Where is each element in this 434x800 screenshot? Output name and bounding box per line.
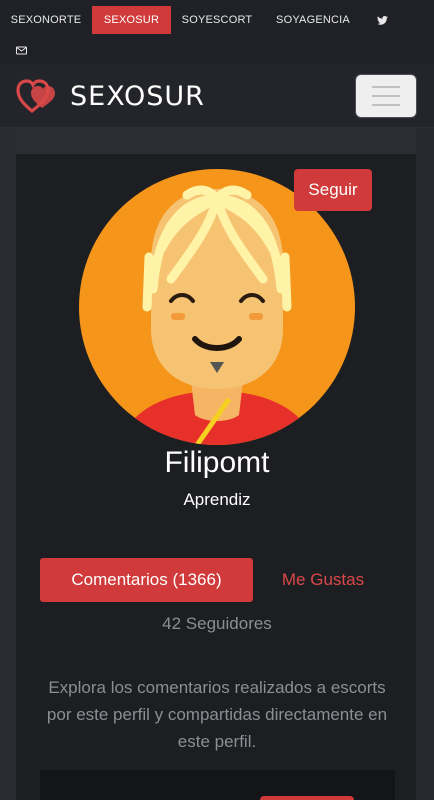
profile-username: Filipomt [164,446,270,479]
profile-description: Explora los comentarios realizados a esc… [46,678,388,751]
envelope-icon[interactable] [16,42,27,60]
tab-comentarios[interactable]: Comentarios (1366) [40,558,253,602]
twitter-icon[interactable] [363,6,401,34]
main-navbar: SEXOSUR [0,64,434,128]
tab-me-gustas[interactable]: Me Gustas [258,558,388,602]
network-link-soyescort[interactable]: SOYESCORT [171,6,263,34]
hearts-logo-icon [16,79,55,114]
panel-action-button[interactable] [260,796,354,800]
network-link-soyagencia[interactable]: SOYAGENCIA [263,6,363,34]
profile-rank: Aprendiz [183,490,251,509]
network-link-sexosur[interactable]: SEXOSUR [92,6,171,34]
site-logo[interactable]: SEXOSUR [16,78,205,114]
logo-text: SEXOSUR [70,80,205,112]
network-link-sexonorte[interactable]: SEXONORTE [0,6,92,34]
background-strip [0,128,434,154]
followers-count: 42 Seguidores [162,614,272,633]
top-network-bar: SEXONORTE SEXOSUR SOYESCORT SOYAGENCIA [0,0,434,64]
follow-button[interactable]: Seguir [294,169,372,211]
hamburger-menu-icon[interactable] [355,74,417,118]
